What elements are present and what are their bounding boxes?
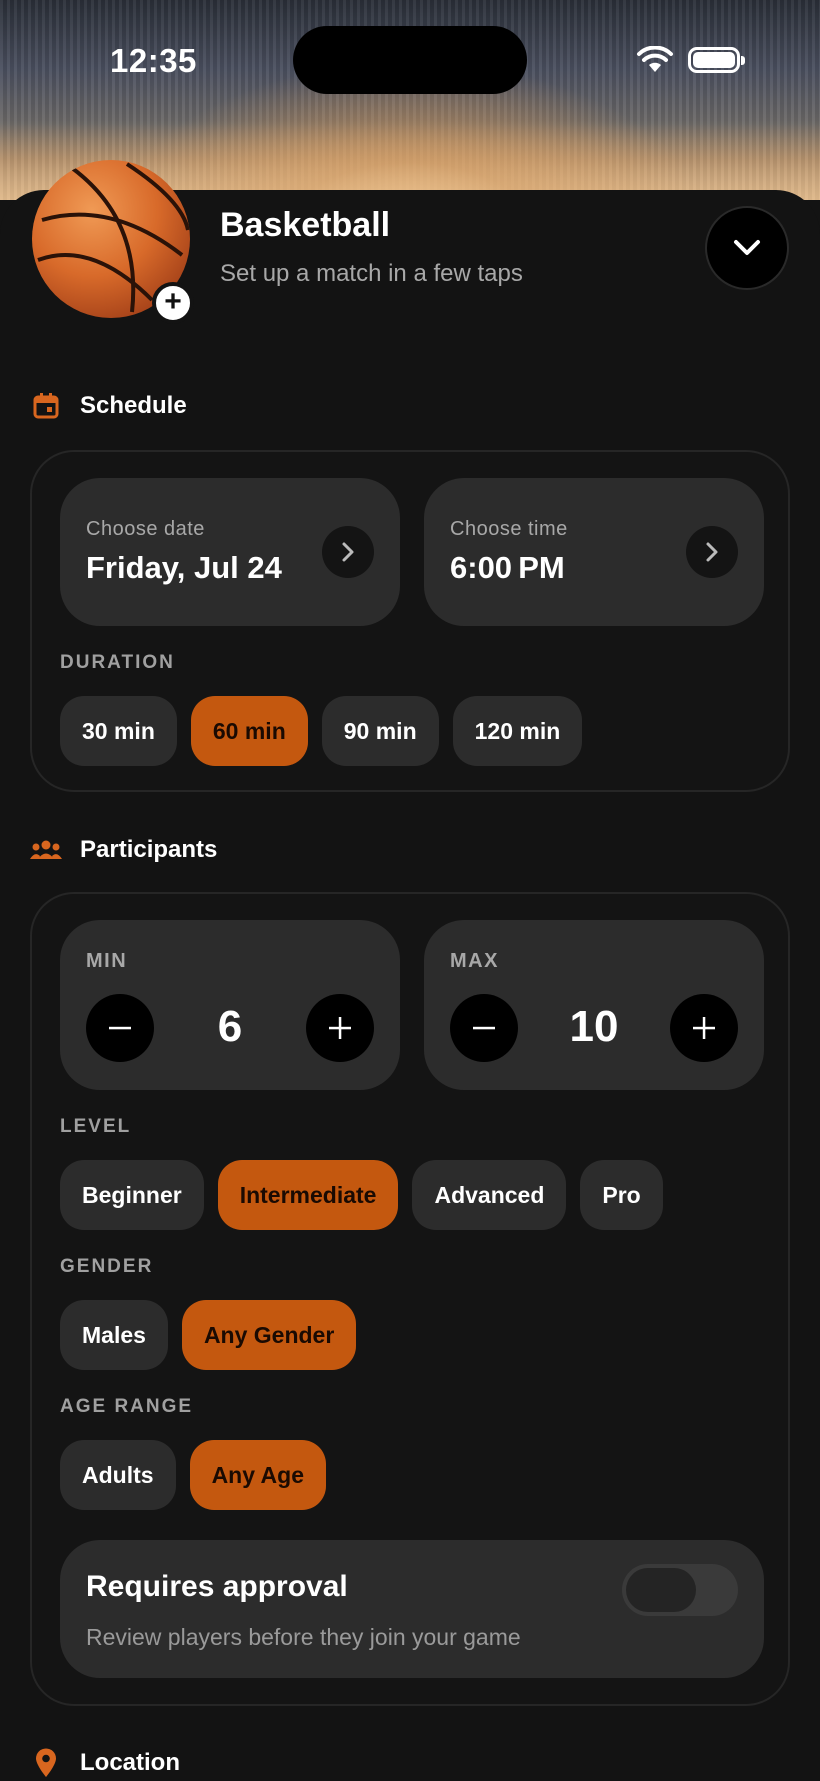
battery-icon: [688, 47, 745, 73]
level-chip-beginner[interactable]: Beginner: [60, 1160, 204, 1230]
page-subtitle: Set up a match in a few taps: [220, 260, 523, 287]
status-bar: 12:35: [0, 0, 820, 120]
plus-icon: +: [164, 284, 182, 318]
min-caption: MIN: [86, 950, 128, 972]
calendar-icon: [30, 390, 62, 422]
duration-chip-90[interactable]: 90 min: [321, 696, 439, 766]
requires-approval-row: Requires approval Review players before …: [60, 1540, 764, 1678]
min-increment-button[interactable]: [306, 994, 374, 1062]
level-chip-pro[interactable]: Pro: [580, 1160, 663, 1230]
location-label: Location: [80, 1749, 180, 1776]
age-range-label: AGE RANGE: [60, 1396, 194, 1417]
time-caption: Choose time: [450, 518, 568, 540]
participants-label: Participants: [80, 836, 218, 863]
participants-section-header: Participants: [30, 834, 217, 866]
time-chevron-button[interactable]: [686, 526, 738, 578]
age-chip-any[interactable]: Any Age: [189, 1440, 327, 1510]
duration-chip-30[interactable]: 30 min: [60, 696, 177, 766]
max-caption: MAX: [450, 950, 499, 972]
level-chip-intermediate[interactable]: Intermediate: [217, 1160, 399, 1230]
schedule-section-header: Schedule: [30, 390, 187, 422]
level-label: LEVEL: [60, 1116, 132, 1137]
location-section-header: Location: [30, 1747, 180, 1779]
plus-icon: [693, 1017, 715, 1039]
collapse-button[interactable]: [705, 206, 789, 290]
requires-approval-description: Review players before they join your gam…: [86, 1624, 521, 1650]
date-chevron-button[interactable]: [322, 526, 374, 578]
max-participants-stepper: MAX 10: [424, 920, 764, 1090]
toggle-knob: [626, 1568, 696, 1612]
dynamic-island: [293, 26, 527, 94]
date-value: Friday, Jul 24: [86, 550, 282, 585]
people-icon: [30, 834, 62, 866]
duration-options: 30 min 60 min 90 min 120 min: [60, 696, 583, 766]
gender-label: GENDER: [60, 1256, 154, 1277]
min-participants-stepper: MIN 6: [60, 920, 400, 1090]
schedule-card: Choose date Friday, Jul 24 Choose time 6…: [30, 450, 790, 792]
duration-chip-120[interactable]: 120 min: [452, 696, 583, 766]
chevron-down-icon: [734, 240, 760, 255]
add-photo-button[interactable]: +: [152, 282, 194, 324]
sport-avatar[interactable]: +: [32, 160, 194, 324]
time-value: 6:00 PM: [450, 550, 565, 585]
time-picker[interactable]: Choose time 6:00 PM: [424, 478, 764, 626]
page-title: Basketball: [220, 206, 391, 244]
status-time: 12:35: [110, 42, 197, 79]
max-increment-button[interactable]: [670, 994, 738, 1062]
wifi-icon: [637, 46, 673, 72]
plus-icon: [329, 1017, 351, 1039]
requires-approval-title: Requires approval: [86, 1570, 348, 1603]
gender-options: Males Any Gender: [60, 1300, 357, 1370]
chevron-right-icon: [706, 542, 718, 562]
age-range-options: Adults Any Age: [60, 1440, 327, 1510]
date-picker[interactable]: Choose date Friday, Jul 24: [60, 478, 400, 626]
date-caption: Choose date: [86, 518, 205, 540]
gender-chip-males[interactable]: Males: [60, 1300, 168, 1370]
gender-chip-any[interactable]: Any Gender: [181, 1300, 357, 1370]
level-options: Beginner Intermediate Advanced Pro: [60, 1160, 663, 1230]
schedule-label: Schedule: [80, 392, 187, 419]
location-pin-icon: [30, 1747, 62, 1779]
participants-card: MIN 6 MAX 10 LEVEL Beginner Intermediate…: [30, 892, 790, 1706]
requires-approval-toggle[interactable]: [622, 1564, 738, 1616]
chevron-right-icon: [342, 542, 354, 562]
duration-label: DURATION: [60, 652, 175, 673]
age-chip-adults[interactable]: Adults: [60, 1440, 176, 1510]
duration-chip-60[interactable]: 60 min: [190, 696, 308, 766]
level-chip-advanced[interactable]: Advanced: [412, 1160, 567, 1230]
